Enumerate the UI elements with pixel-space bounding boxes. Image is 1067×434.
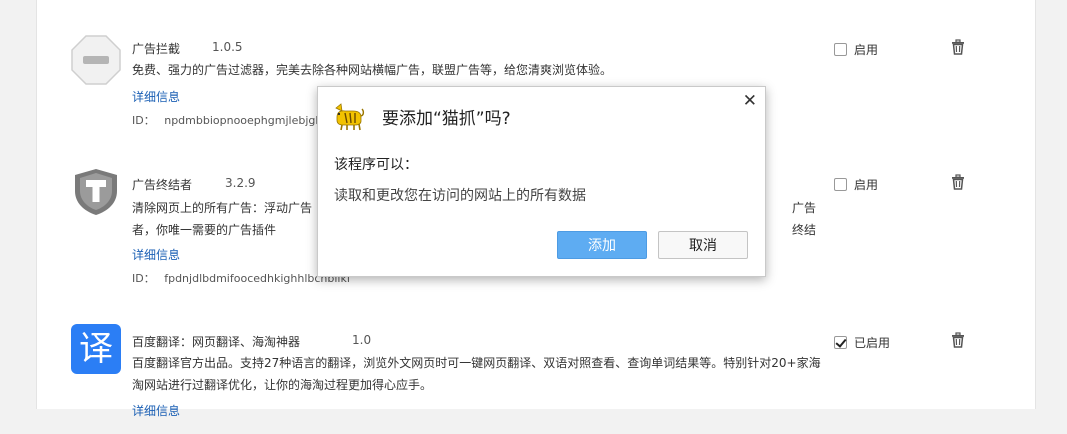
enable-toggle[interactable]: 启用	[834, 41, 878, 58]
extension-id: ID： npdmbbiopnooephgmjlebjgkl	[132, 112, 325, 128]
enable-checkbox[interactable]	[834, 336, 847, 349]
dialog-subtitle: 该程序可以：	[334, 154, 418, 174]
enable-label: 启用	[854, 176, 878, 193]
permission-text: 读取和更改您在访问的网站上的所有数据	[334, 185, 586, 205]
enable-toggle[interactable]: 启用	[834, 176, 878, 193]
add-button[interactable]: 添加	[557, 231, 647, 259]
details-link[interactable]: 详细信息	[132, 88, 180, 105]
extension-version: 1.0	[352, 333, 371, 347]
cancel-button[interactable]: 取消	[658, 231, 748, 259]
add-extension-dialog: ✕ 要添加“猫抓”吗? 该程序可以： 读取和更改您在访问的网站上的所有数据 添加…	[317, 86, 766, 277]
description-line-1: 清除网页上的所有广告：浮动广告	[132, 201, 312, 215]
trash-icon[interactable]	[950, 39, 966, 55]
close-icon[interactable]: ✕	[743, 91, 757, 111]
id-label: ID：	[132, 272, 155, 285]
extension-description: 百度翻译官方出品。支持27种语言的翻译，浏览外文网页时可一键网页翻译、双语对照查…	[132, 352, 822, 396]
cat-icon	[333, 103, 365, 131]
translate-glyph: 译	[79, 329, 113, 369]
details-link[interactable]: 详细信息	[132, 402, 180, 419]
extension-version: 3.2.9	[225, 176, 256, 190]
extension-version: 1.0.5	[212, 40, 243, 54]
enable-label: 已启用	[854, 334, 890, 351]
extension-name: 广告终结者	[132, 176, 192, 193]
extension-description: 免费、强力的广告过滤器，完美去除各种网站横幅广告，联盟广告等，给您清爽浏览体验。	[132, 59, 822, 81]
trash-icon[interactable]	[950, 174, 966, 190]
enable-checkbox[interactable]	[834, 178, 847, 191]
id-value: npdmbbiopnooephgmjlebjgkl	[164, 114, 325, 127]
description-tail: 广告终结	[792, 197, 822, 241]
extension-name: 百度翻译：网页翻译、海淘神器	[132, 333, 300, 350]
dialog-title: 要添加“猫抓”吗?	[382, 104, 511, 129]
extension-name: 广告拦截	[132, 40, 180, 57]
id-label: ID：	[132, 114, 155, 127]
baidu-translate-icon: 译	[71, 324, 121, 374]
enable-label: 启用	[854, 41, 878, 58]
extension-item-baidu-translate: 译 百度翻译：网页翻译、海淘神器 1.0 百度翻译官方出品。支持27种语言的翻译…	[37, 324, 1035, 434]
trash-icon[interactable]	[950, 332, 966, 348]
shield-t-icon	[71, 167, 121, 217]
enable-toggle[interactable]: 已启用	[834, 334, 890, 351]
enable-checkbox[interactable]	[834, 43, 847, 56]
details-link[interactable]: 详细信息	[132, 246, 180, 263]
adblock-stop-icon	[71, 35, 121, 85]
